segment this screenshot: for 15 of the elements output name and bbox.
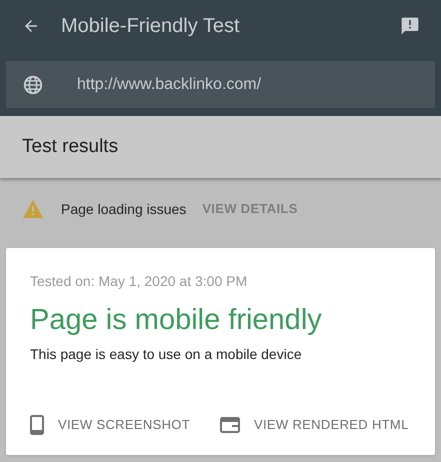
feedback-button[interactable] [399, 15, 421, 37]
view-screenshot-button[interactable]: VIEW SCREENSHOT [30, 415, 190, 435]
result-headline: Page is mobile friendly [30, 303, 323, 338]
view-rendered-html-button[interactable]: VIEW RENDERED HTML [220, 415, 409, 435]
browser-window-icon [220, 417, 240, 433]
url-field[interactable]: http://www.backlinko.com/ [6, 61, 435, 108]
issue-text: Page loading issues [61, 200, 186, 219]
phone-icon [30, 415, 44, 435]
warning-icon [22, 199, 44, 219]
section-title: Test results [22, 134, 118, 159]
feedback-icon [400, 16, 420, 36]
app-title: Mobile-Friendly Test [61, 14, 240, 39]
globe-icon [22, 74, 44, 96]
tested-on-text: Tested on: May 1, 2020 at 3:00 PM [30, 272, 248, 290]
result-description: This page is easy to use on a mobile device [30, 345, 303, 364]
